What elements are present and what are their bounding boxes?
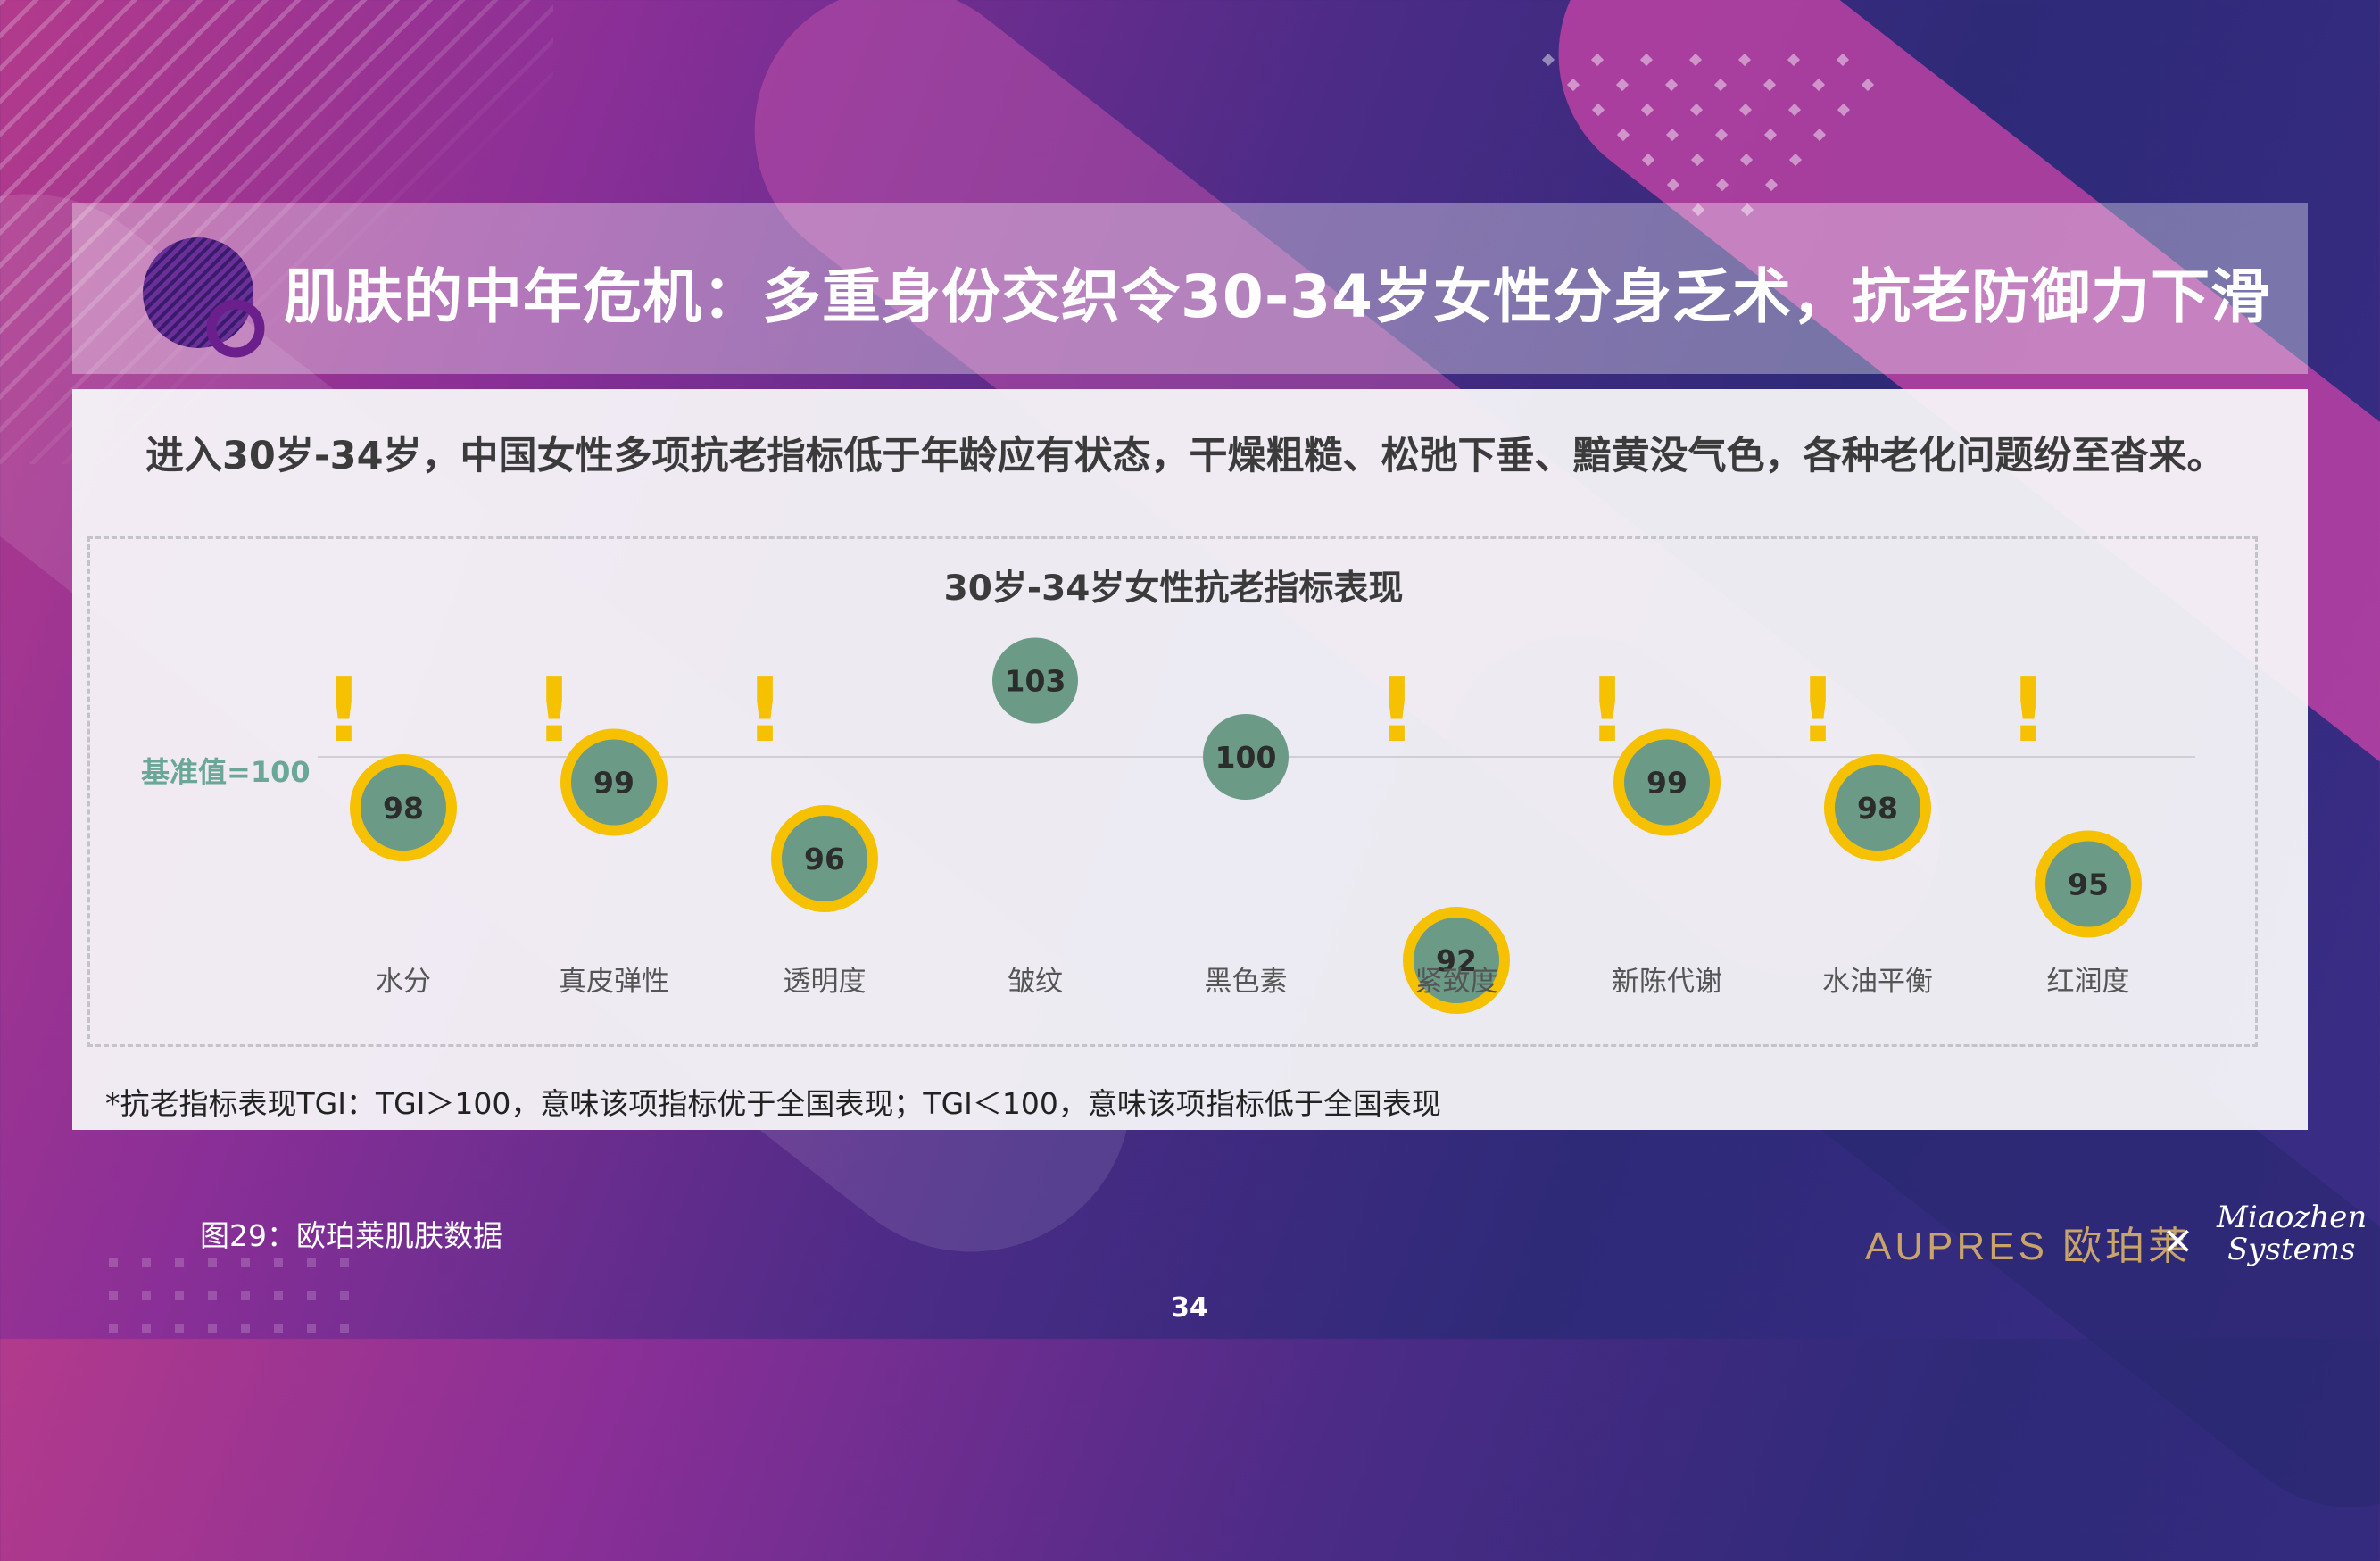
miaozhen-logo-line2: Systems bbox=[2227, 1232, 2356, 1267]
figure-caption: 图29：欧珀莱肌肤数据 bbox=[200, 1218, 502, 1253]
warning-icon: ! bbox=[323, 658, 364, 762]
data-label: 99 bbox=[1646, 766, 1688, 801]
chart-point-group: 95! 红润度 bbox=[2008, 658, 2142, 998]
category-label: 黑色素 bbox=[1205, 966, 1288, 998]
chart-point-group: 96! 透明度 bbox=[744, 658, 878, 998]
brand-separator: × bbox=[2161, 1217, 2194, 1263]
warning-icon: ! bbox=[534, 658, 575, 762]
chart-point-group: 92!紧致度 bbox=[1376, 658, 1510, 1014]
category-label: 真皮弹性 bbox=[559, 966, 669, 998]
data-label: 98 bbox=[1857, 791, 1898, 826]
data-label: 99 bbox=[593, 766, 634, 801]
data-label: 96 bbox=[804, 842, 845, 876]
category-label: 水分 bbox=[376, 966, 431, 998]
warning-icon: ! bbox=[1797, 658, 1838, 762]
warning-icon: ! bbox=[2008, 658, 2049, 762]
category-label: 透明度 bbox=[784, 966, 867, 998]
chart-point-group: 99! 真皮弹性 bbox=[534, 658, 669, 998]
category-label: 紧致度 bbox=[1415, 966, 1498, 998]
category-label: 新陈代谢 bbox=[1612, 966, 1722, 998]
chart-point-group: 98! 水分 bbox=[323, 658, 457, 998]
category-label: 皱纹 bbox=[1008, 966, 1063, 998]
chart-plot: 98!水分99!真皮弹性96!透明度103皱纹100黑色素92!紧致度99!新陈… bbox=[318, 637, 2195, 1014]
page-number: 34 bbox=[1171, 1292, 1208, 1324]
category-label: 水油平衡 bbox=[1822, 966, 1933, 998]
chart-point-group: 100 黑色素 bbox=[1203, 714, 1289, 998]
miaozhen-logo-line1: Miaozhen bbox=[2217, 1200, 2368, 1235]
chart-point-group: 98! 水油平衡 bbox=[1797, 658, 1933, 998]
data-label: 98 bbox=[383, 791, 424, 826]
warning-icon: ! bbox=[744, 658, 785, 762]
miaozhen-logo: Miaozhen Systems bbox=[2217, 1200, 2368, 1267]
data-label: 103 bbox=[1005, 664, 1066, 699]
category-label: 红润度 bbox=[2047, 966, 2130, 998]
data-label: 100 bbox=[1215, 740, 1277, 775]
data-label: 95 bbox=[2068, 868, 2109, 902]
warning-icon: ! bbox=[1376, 658, 1417, 762]
aupres-logo: AUPRES 欧珀莱 bbox=[1865, 1225, 2192, 1268]
footnote: *抗老指标表现TGI：TGI＞100，意味该项指标优于全国表现；TGI＜100，… bbox=[105, 1086, 1441, 1121]
chart-point-group: 99! 新陈代谢 bbox=[1587, 658, 1722, 998]
chart-point-group: 103 皱纹 bbox=[992, 637, 1078, 998]
warning-icon: ! bbox=[1587, 658, 1628, 762]
